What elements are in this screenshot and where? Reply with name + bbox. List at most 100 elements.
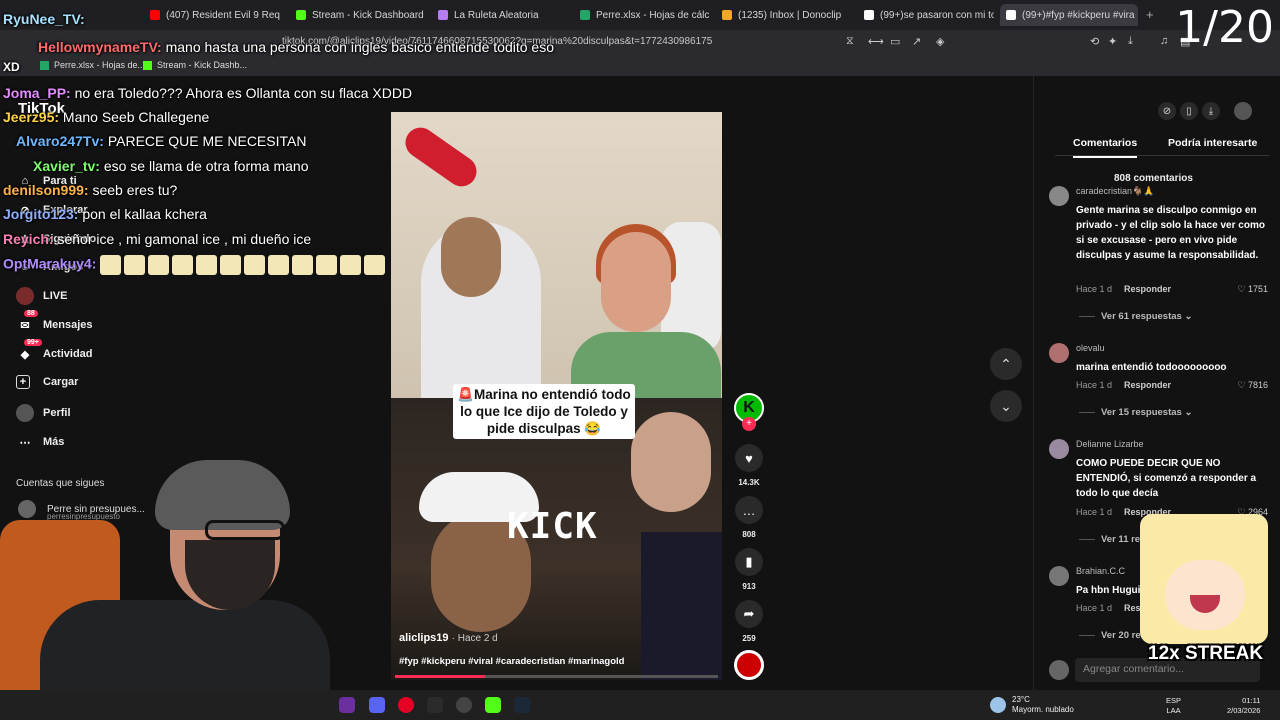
like-button[interactable]: ♥ 14.3K xyxy=(734,444,764,487)
chat-message: Jorgito123: pon el kallaa kchera xyxy=(3,206,207,222)
avatar[interactable] xyxy=(1049,186,1069,206)
tab-kick-dashboard[interactable]: Stream - Kick Dashboard xyxy=(296,4,426,26)
system-clock[interactable]: 01:11 2/03/2026 xyxy=(1227,696,1260,716)
comment-meta: Hace 1 dResponder xyxy=(1076,284,1172,294)
opera-icon[interactable] xyxy=(398,697,414,713)
comment-user[interactable]: Brahian.C.C xyxy=(1076,566,1125,576)
kick-watermark: KICK xyxy=(507,506,598,547)
view-replies-button[interactable]: Ver 15 respuestas ⌄ xyxy=(1079,407,1192,418)
chat-message: HellowmynameTV: mano hasta una persona c… xyxy=(38,39,554,55)
cast-icon[interactable]: ▭ xyxy=(890,35,900,48)
chat-message: Alvaro247Tv: PARECE QUE ME NECESITAN xyxy=(16,133,307,149)
tab-divider xyxy=(1055,155,1270,156)
video-hashtags[interactable]: #fyp #kickperu #viral #caradecristian #m… xyxy=(399,656,624,667)
sidebar-item-perfil[interactable]: Perfil xyxy=(16,404,71,422)
obs-icon[interactable] xyxy=(427,697,443,713)
comment-user[interactable]: Delianne Lizarbe xyxy=(1076,439,1144,449)
discord-icon[interactable] xyxy=(369,697,385,713)
link-icon[interactable]: ⊘ xyxy=(1158,102,1176,120)
new-tab-button[interactable]: + xyxy=(1146,7,1154,22)
comment-item: olevalu marina entendió todooooooooo Hac… xyxy=(1049,343,1268,423)
tiktok-icon xyxy=(1006,10,1016,20)
activity-badge: 99+ xyxy=(24,339,42,346)
messages-badge: 88 xyxy=(24,310,38,317)
youtube-icon xyxy=(150,10,160,20)
avatar[interactable] xyxy=(1049,439,1069,459)
microphone-graphic xyxy=(399,121,483,193)
video-top-half xyxy=(391,112,722,398)
emote-icon xyxy=(196,255,218,275)
translate-icon[interactable]: ⟷ xyxy=(868,35,884,48)
language-indicator[interactable]: ESP LAA xyxy=(1166,696,1181,716)
bookmark-perre[interactable]: Perre.xlsx - Hojas de... xyxy=(40,60,145,70)
glasses-graphic xyxy=(205,520,285,540)
weather-icon[interactable] xyxy=(990,697,1006,713)
comment-meta: Hace 1 dResponder xyxy=(1076,380,1172,390)
sidebar-item-mensajes[interactable]: ✉ 88 Mensajes xyxy=(16,310,93,334)
screen: (407) Resident Evil 9 Requiem Stream - K… xyxy=(0,0,1280,720)
tab-perre-xlsx[interactable]: Perre.xlsx - Hojas de cálculo de xyxy=(580,4,710,26)
video-progress-bar[interactable] xyxy=(395,675,718,678)
tab-donoclip[interactable]: (1235) Inbox | Donoclip xyxy=(722,4,852,26)
bookmark-kick[interactable]: Stream - Kick Dashb... xyxy=(143,60,247,70)
share-icon[interactable]: ↗ xyxy=(912,35,921,48)
tab-tiktok-active[interactable]: (99+)#fyp #kickperu #vira× xyxy=(1000,4,1138,26)
upload-icon: + xyxy=(16,375,30,389)
music-icon[interactable]: ♫ xyxy=(1160,35,1168,47)
avatar[interactable] xyxy=(1049,343,1069,363)
reply-button[interactable]: Responder xyxy=(1124,380,1171,390)
previous-video-button[interactable]: ⌃ xyxy=(990,348,1022,380)
download-icon[interactable]: ⤓ xyxy=(1128,35,1133,48)
share-button[interactable]: ➦ 259 xyxy=(734,600,764,643)
avatar[interactable] xyxy=(1049,566,1069,586)
tab-ruleta[interactable]: La Ruleta Aleatoria xyxy=(438,4,568,26)
view-replies-button[interactable]: Ver 61 respuestas ⌄ xyxy=(1079,311,1192,322)
steam-icon[interactable] xyxy=(514,697,530,713)
emote-row xyxy=(100,255,388,275)
app-icon[interactable] xyxy=(339,697,355,713)
settings-icon[interactable] xyxy=(456,697,472,713)
video-author[interactable]: aliclips19 · Hace 2 d xyxy=(399,632,498,644)
emote-icon xyxy=(340,255,362,275)
reply-button[interactable]: Responder xyxy=(1124,284,1171,294)
sheets-icon xyxy=(580,10,590,20)
chat-message: Joma_PP: no era Toledo??? Ahora es Ollan… xyxy=(3,85,413,101)
page-counter: 1/20 xyxy=(1175,2,1274,53)
video-player[interactable]: KICK 🚨Marina no entendió todo lo que Ice… xyxy=(391,112,722,680)
windows-taskbar xyxy=(0,690,1280,720)
sidebar-item-actividad[interactable]: ◆ 99+ Actividad xyxy=(16,339,93,363)
emote-icon xyxy=(100,255,122,275)
follow-plus-icon[interactable]: + xyxy=(742,417,756,431)
streamer-webcam xyxy=(0,460,335,690)
download-icon[interactable]: ⤓ xyxy=(1202,102,1220,120)
chat-message: Reyich: señor ice , mi gamonal ice , mi … xyxy=(3,231,312,247)
comment-button[interactable]: … 808 xyxy=(734,496,764,539)
sidebar-item-cargar[interactable]: + Cargar xyxy=(16,375,78,389)
comment-like-button[interactable]: ♡ 7816 xyxy=(1237,380,1268,391)
sidebar-item-live[interactable]: LIVE xyxy=(16,287,67,305)
comment-like-button[interactable]: ♡ 1751 xyxy=(1237,284,1268,295)
weather-widget[interactable]: 23°C Mayorm. nublado xyxy=(1012,695,1074,715)
music-disc-icon[interactable] xyxy=(734,650,764,680)
emote-icon xyxy=(172,255,194,275)
device-icon[interactable]: ▯ xyxy=(1180,102,1198,120)
sync-icon[interactable]: ⟲ xyxy=(1090,35,1099,48)
tab-podria-interesarte[interactable]: Podría interesarte xyxy=(1168,137,1257,149)
reader-icon[interactable]: ⧖ xyxy=(846,35,854,48)
puzzle-icon[interactable]: ✦ xyxy=(1108,35,1117,48)
sidebar-item-mas[interactable]: ⋯ Más xyxy=(16,433,65,451)
kick-icon[interactable] xyxy=(485,697,501,713)
save-button[interactable]: ▮ 913 xyxy=(734,548,764,591)
person-c-graphic xyxy=(631,412,711,512)
user-avatar[interactable] xyxy=(1234,102,1252,120)
more-icon: ⋯ xyxy=(19,436,31,449)
tab-resident-evil[interactable]: (407) Resident Evil 9 Requiem xyxy=(150,4,280,26)
chat-message: Jeerz95: Mano Seeb Challegene xyxy=(3,109,210,125)
extension-icon[interactable]: ◈ xyxy=(936,35,944,48)
comment-user[interactable]: caradecristian🐐🙏 xyxy=(1076,186,1154,197)
heart-icon: ♥ xyxy=(735,444,763,472)
tab-tiktok-toledo[interactable]: (99+)se pasaron con mi toled xyxy=(864,4,994,26)
comment-user[interactable]: olevalu xyxy=(1076,343,1105,353)
next-video-button[interactable]: ⌄ xyxy=(990,390,1022,422)
video-timestamp: · Hace 2 d xyxy=(451,633,498,644)
